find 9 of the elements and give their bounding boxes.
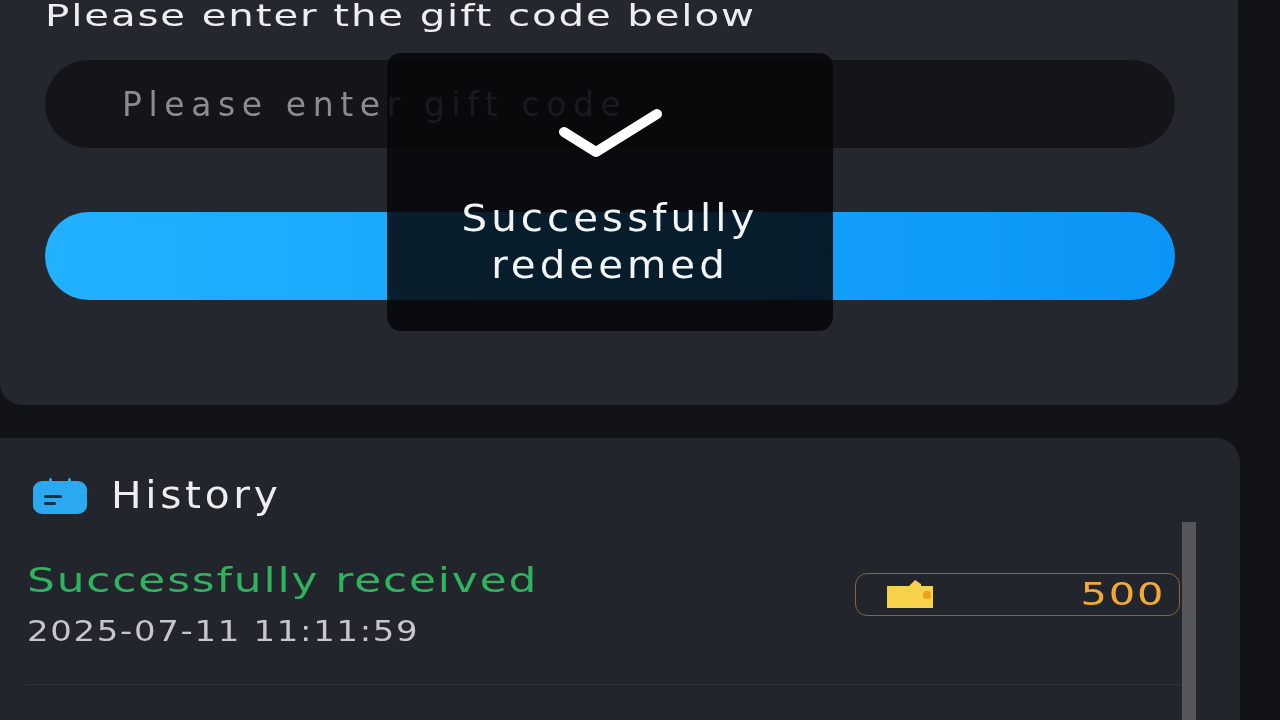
notebook-icon — [33, 478, 87, 514]
reward-amount: 500 — [1079, 574, 1165, 614]
toast-message: Successfully redeemed — [460, 196, 760, 289]
instruction-text: Please enter the gift code below — [45, 0, 756, 32]
history-title: History — [111, 476, 282, 516]
record-status: Successfully received — [27, 560, 539, 600]
scrollbar[interactable] — [1182, 522, 1196, 720]
wallet-icon — [887, 580, 933, 608]
record-time: 2025-07-11 11:11:59 — [27, 614, 420, 648]
